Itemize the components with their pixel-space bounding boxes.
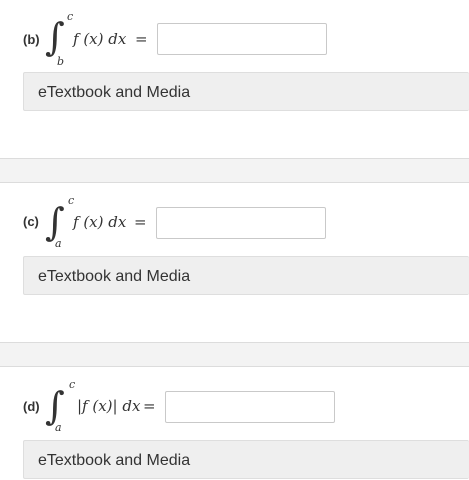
answer-input-b[interactable] <box>157 23 327 55</box>
upper-limit: c <box>69 378 76 391</box>
lower-limit: b <box>57 55 65 68</box>
part-label-b: (b) <box>23 32 40 47</box>
part-label-d: (d) <box>23 399 40 414</box>
section-gap <box>0 343 469 366</box>
part-label-c: (c) <box>23 214 39 229</box>
equals-sign: = <box>134 213 147 231</box>
upper-limit: c <box>67 10 74 23</box>
equals-sign: = <box>135 30 148 48</box>
integral-sign-icon: ∫ <box>45 200 65 244</box>
section-divider <box>0 366 469 367</box>
lower-limit: a <box>55 237 62 250</box>
upper-limit: c <box>68 194 75 207</box>
integral-sign-icon: ∫ <box>45 384 65 428</box>
integrand: f (x) dx <box>73 213 127 231</box>
etextbook-media-button-d[interactable]: eTextbook and Media <box>23 440 469 479</box>
answer-input-d[interactable] <box>165 391 335 423</box>
section-divider <box>0 182 469 183</box>
lower-limit: a <box>55 421 62 434</box>
answer-input-c[interactable] <box>156 207 326 239</box>
etextbook-media-button-b[interactable]: eTextbook and Media <box>23 72 469 111</box>
section-gap <box>0 159 469 182</box>
integrand: f (x) dx <box>73 30 127 48</box>
integral-sign-icon: ∫ <box>45 15 65 59</box>
equals-sign: = <box>143 397 156 415</box>
etextbook-media-button-c[interactable]: eTextbook and Media <box>23 256 469 295</box>
integrand: |f (x)| dx <box>77 397 141 415</box>
